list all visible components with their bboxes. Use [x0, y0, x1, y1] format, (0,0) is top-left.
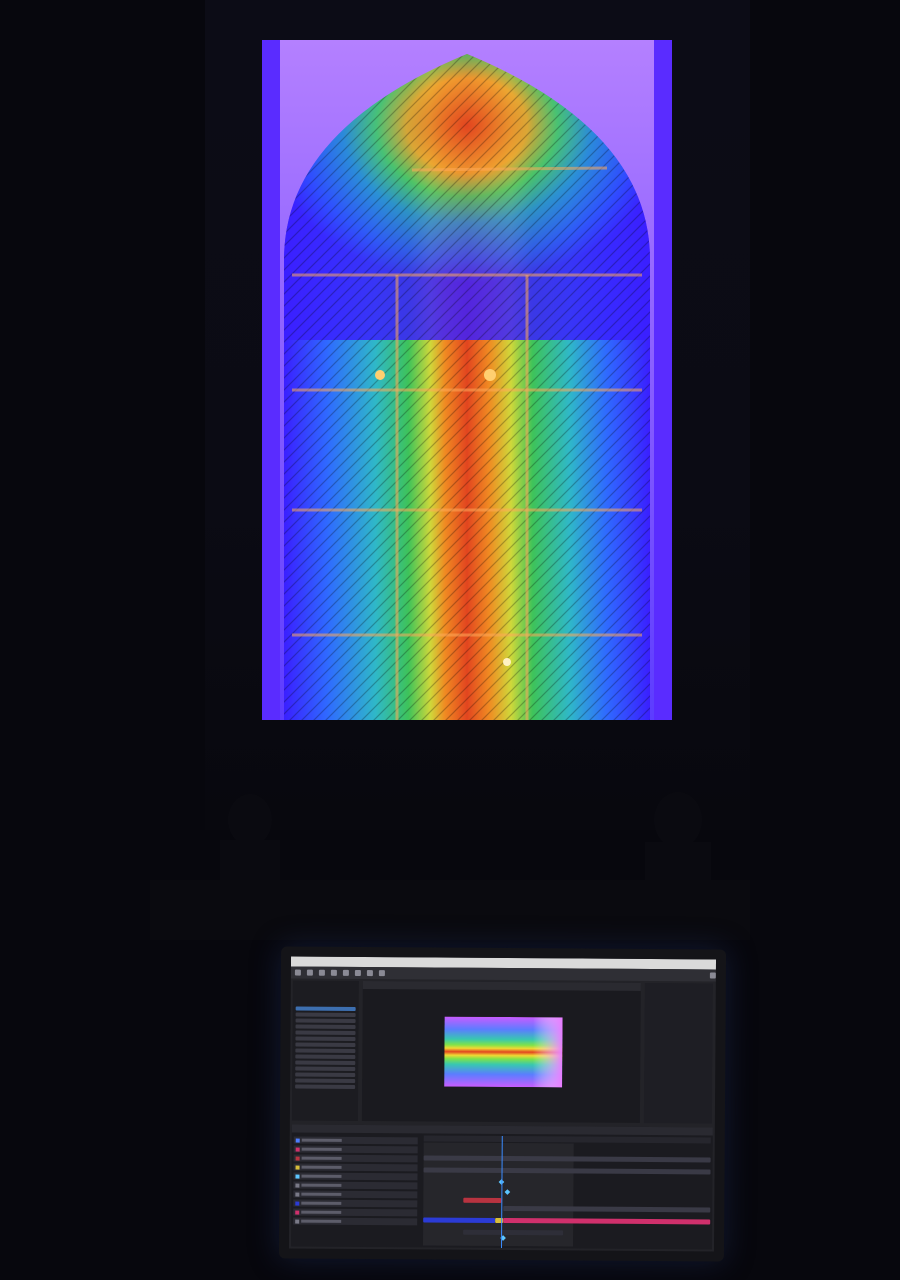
text-tool-icon[interactable] — [378, 970, 385, 977]
layer-row[interactable] — [293, 1145, 418, 1154]
panel-row[interactable] — [651, 1005, 707, 1010]
panel-row[interactable] — [650, 1059, 706, 1064]
hand-tool-icon[interactable] — [318, 969, 325, 976]
audience-silhouettes — [150, 792, 750, 940]
tools-toolbar — [290, 966, 716, 982]
select-tool-icon[interactable] — [306, 969, 313, 976]
window-title-bar — [295, 962, 716, 965]
zoom-tool-icon[interactable] — [330, 969, 337, 976]
layer-bar[interactable] — [423, 1217, 496, 1223]
layer-list — [291, 1135, 420, 1248]
project-item[interactable] — [295, 1042, 356, 1047]
layer-bar[interactable] — [463, 1197, 502, 1203]
laptop-monitor — [278, 946, 727, 1262]
timeline-tabs — [291, 1124, 713, 1136]
project-item[interactable] — [295, 1024, 356, 1029]
timeline-tracks[interactable] — [423, 1135, 711, 1249]
project-item[interactable] — [295, 1060, 356, 1065]
project-item[interactable] — [295, 1012, 356, 1017]
projection-mapping-art — [262, 40, 672, 720]
layer-row[interactable] — [293, 1208, 418, 1217]
composition-tabs — [362, 981, 641, 991]
layer-bar[interactable] — [463, 1229, 564, 1236]
layer-row[interactable] — [293, 1181, 418, 1190]
layer-row[interactable] — [293, 1190, 418, 1199]
gradient-preview[interactable] — [444, 1016, 563, 1088]
project-item[interactable] — [295, 1078, 356, 1083]
project-item[interactable] — [295, 1006, 356, 1011]
layer-row[interactable] — [293, 1154, 418, 1163]
project-item[interactable] — [295, 1072, 356, 1077]
project-item[interactable] — [295, 1048, 356, 1053]
layer-row[interactable] — [293, 1172, 418, 1181]
layer-row[interactable] — [293, 1136, 418, 1145]
panel-row[interactable] — [651, 996, 707, 1001]
home-tool-icon[interactable] — [294, 969, 301, 976]
camera-tool-icon[interactable] — [354, 969, 361, 977]
panel-row[interactable] — [650, 1032, 706, 1037]
panel-row[interactable] — [651, 1014, 707, 1019]
project-item[interactable] — [295, 1030, 356, 1035]
editor-screen — [288, 956, 717, 1252]
pen-tool-icon[interactable] — [366, 970, 373, 977]
panel-row[interactable] — [651, 987, 707, 992]
search-help-icon[interactable] — [709, 972, 716, 979]
projected-window — [262, 40, 672, 720]
composition-viewer — [361, 981, 641, 1123]
project-item[interactable] — [295, 1018, 356, 1023]
project-item[interactable] — [295, 1084, 356, 1089]
panel-row[interactable] — [650, 1068, 706, 1073]
project-panel — [291, 980, 359, 1121]
photo-scene — [0, 0, 900, 1280]
layer-row[interactable] — [293, 1199, 418, 1208]
effects-panel — [643, 982, 713, 1124]
panel-row[interactable] — [651, 1023, 707, 1028]
project-item[interactable] — [295, 1036, 356, 1041]
rotate-tool-icon[interactable] — [342, 969, 349, 976]
layer-row[interactable] — [293, 1217, 418, 1226]
timeline-panel — [290, 1124, 713, 1250]
project-item[interactable] — [295, 1054, 356, 1059]
layer-row[interactable] — [293, 1163, 418, 1172]
panel-row[interactable] — [650, 1041, 706, 1046]
panel-row[interactable] — [650, 1050, 706, 1055]
project-item[interactable] — [295, 1066, 356, 1071]
